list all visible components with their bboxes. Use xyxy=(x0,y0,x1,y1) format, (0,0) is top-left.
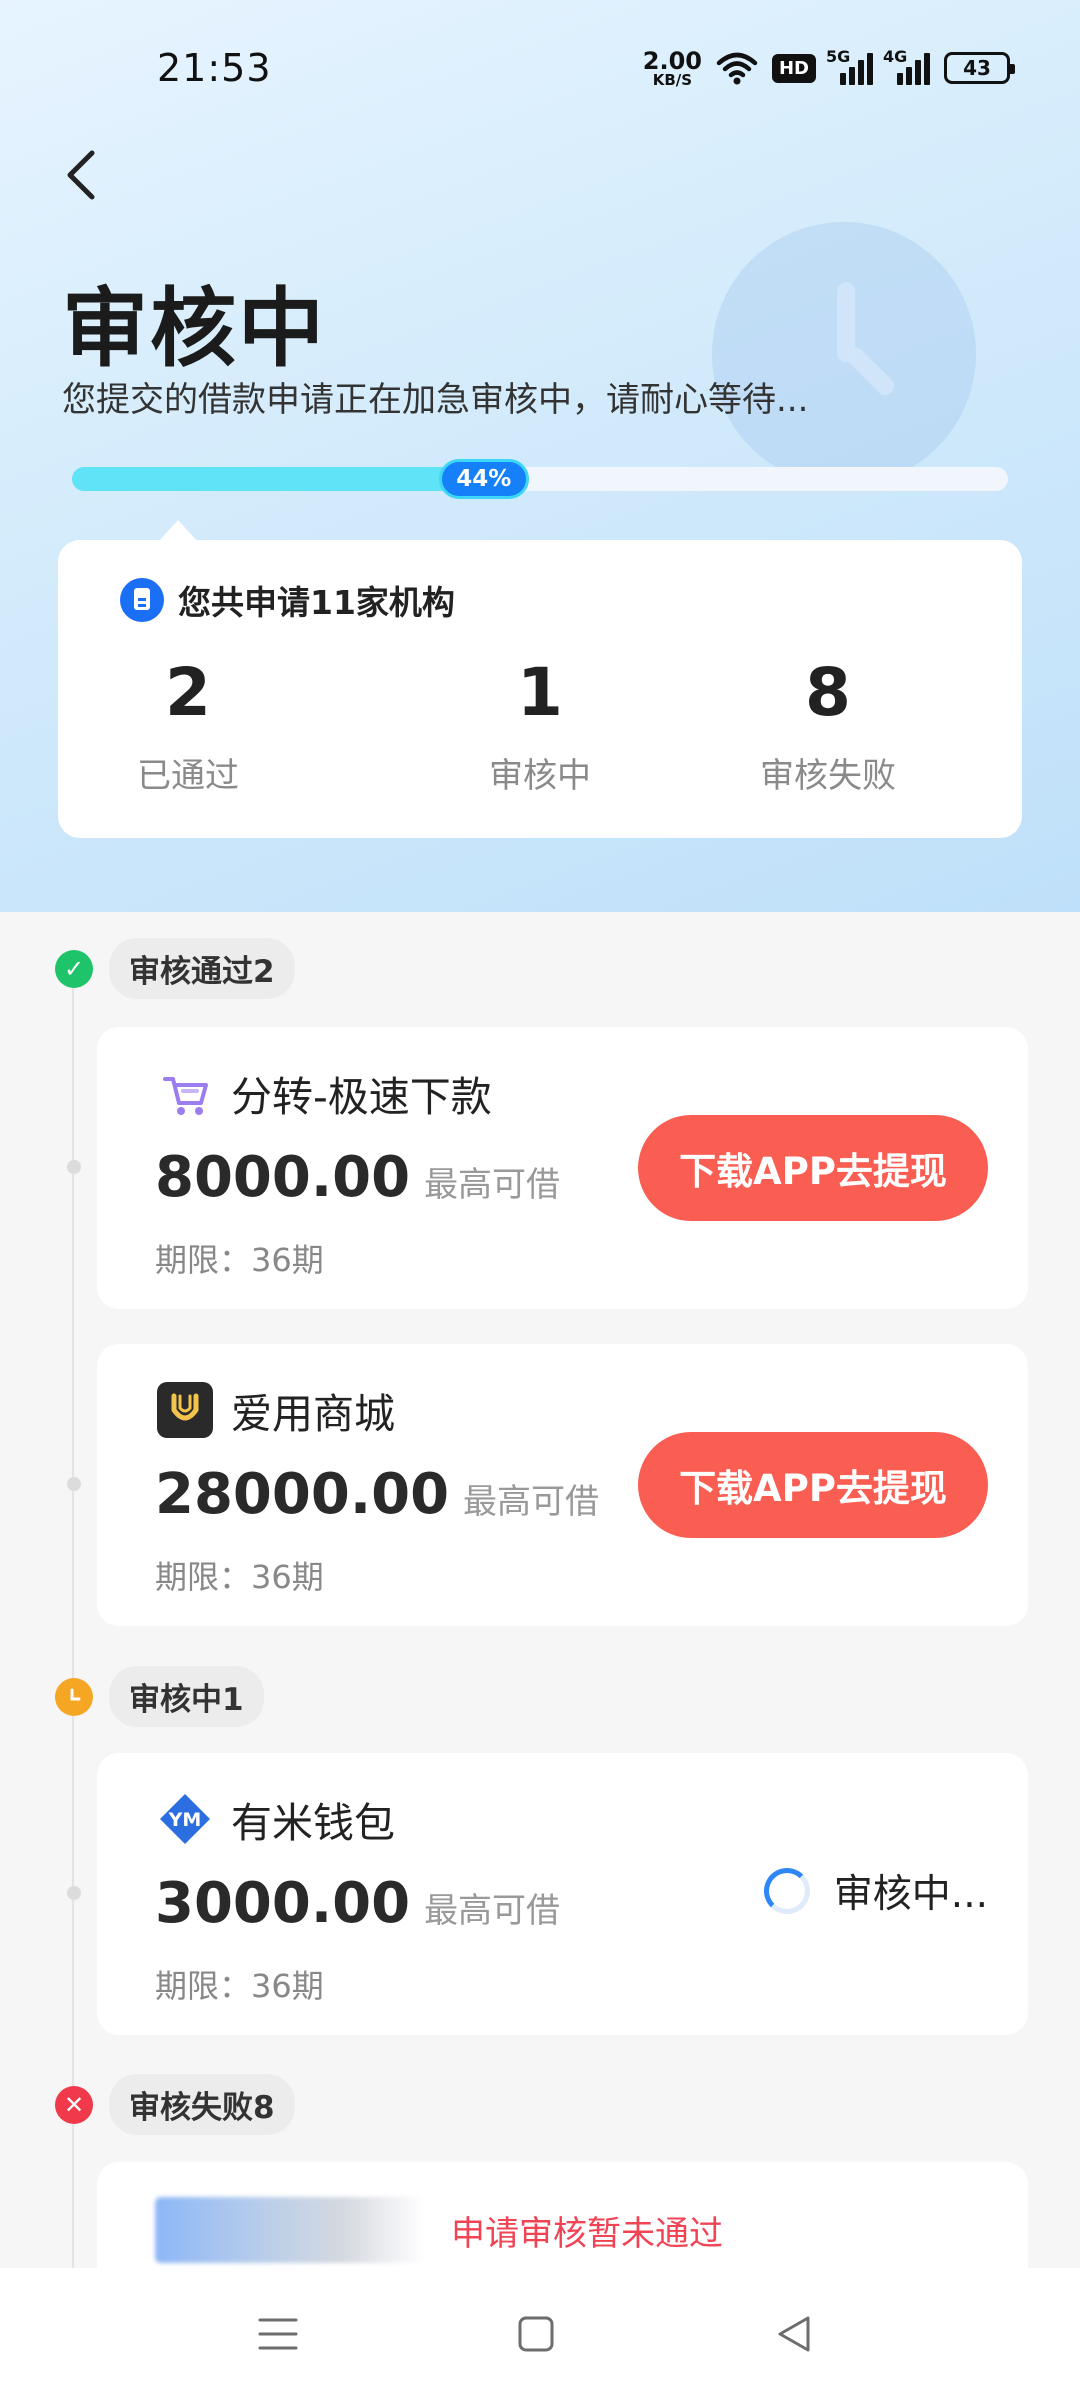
loan-term: 期限：36期 xyxy=(155,1558,324,1596)
timeline-node xyxy=(67,1477,81,1491)
cart-icon xyxy=(157,1065,213,1121)
loan-card[interactable]: 爱用商城 28000.00 最高可借 期限：36期 下载APP去提现 xyxy=(97,1344,1028,1626)
summary-header: 您共申请11家机构 xyxy=(120,576,455,624)
stat-value: 8 xyxy=(805,654,851,731)
status-icons: 2.00 KB/S HD 5G 4G 43 xyxy=(643,46,1015,90)
section-failed-header: ✕ 审核失败8 xyxy=(55,2074,295,2135)
card-header: 爱用商城 xyxy=(157,1380,395,1440)
amount-label: 最高可借 xyxy=(463,1482,600,1522)
square-icon xyxy=(518,2316,554,2352)
timeline-node xyxy=(67,1886,81,1900)
stat-label: 已通过 xyxy=(137,756,239,796)
amount-label: 最高可借 xyxy=(424,1165,561,1205)
net-speed: 2.00 KB/S xyxy=(643,49,702,88)
section-label: 审核中1 xyxy=(109,1666,264,1727)
section-approved-header: ✓ 审核通过2 xyxy=(55,938,295,999)
chevron-left-icon xyxy=(67,150,95,200)
clock-icon xyxy=(55,1677,93,1716)
loan-amount: 8000.00 xyxy=(155,1145,411,1210)
section-reviewing-header: 审核中1 xyxy=(55,1666,264,1727)
clock-decoration-icon xyxy=(712,222,976,486)
loan-amount: 28000.00 xyxy=(155,1462,450,1527)
stat-value: 1 xyxy=(517,654,563,731)
review-status-text: 审核中... xyxy=(833,1872,988,1917)
smile-bag-icon xyxy=(157,1382,213,1438)
amount-row: 3000.00 最高可借 xyxy=(155,1871,560,1936)
signal-5g-icon: 5G xyxy=(826,47,873,85)
svg-text:YM: YM xyxy=(168,1809,202,1831)
stat-reviewing: 1 审核中 xyxy=(410,660,670,797)
download-withdraw-button[interactable]: 下载APP去提现 xyxy=(638,1115,988,1221)
menu-button[interactable] xyxy=(238,2298,318,2370)
amount-row: 28000.00 最高可借 xyxy=(155,1462,599,1527)
back-button[interactable] xyxy=(58,145,108,205)
summary-card: 您共申请11家机构 2 已通过 1 审核中 8 审核失败 xyxy=(58,540,1022,838)
review-status: 审核中... xyxy=(763,1863,988,1919)
section-label: 审核通过2 xyxy=(109,938,295,999)
loan-term: 期限：36期 xyxy=(155,1241,324,1279)
loan-term: 期限：36期 xyxy=(155,1967,324,2005)
hd-badge: HD xyxy=(771,53,816,83)
signal-4g-icon: 4G xyxy=(883,47,930,85)
summary-title: 您共申请11家机构 xyxy=(178,583,455,622)
download-withdraw-button[interactable]: 下载APP去提现 xyxy=(638,1432,988,1538)
card-header: YM 有米钱包 xyxy=(157,1789,395,1849)
menu-icon xyxy=(258,2318,298,2350)
back-nav-button[interactable] xyxy=(754,2298,834,2370)
triangle-back-icon xyxy=(778,2316,810,2352)
loading-spinner-icon xyxy=(763,1868,810,1914)
timeline-node xyxy=(67,1160,81,1174)
amount-row: 8000.00 最高可借 xyxy=(155,1145,560,1210)
check-circle-icon: ✓ xyxy=(55,949,93,988)
close-circle-icon: ✕ xyxy=(55,2085,93,2124)
home-button[interactable] xyxy=(496,2298,576,2370)
section-label: 审核失败8 xyxy=(109,2074,295,2135)
progress-fill xyxy=(72,467,484,491)
page-subtitle: 您提交的借款申请正在加急审核中，请耐心等待... xyxy=(62,380,809,420)
loan-card-failed[interactable]: 申请审核暂未通过 xyxy=(97,2162,1028,2272)
progress-badge: 44% xyxy=(438,459,529,499)
stat-label: 审核中 xyxy=(489,756,591,796)
net-speed-value: 2.00 xyxy=(642,46,702,75)
card-header: 分转-极速下款 xyxy=(157,1063,492,1123)
stat-label: 审核失败 xyxy=(760,756,896,796)
loan-card[interactable]: 分转-极速下款 8000.00 最高可借 期限：36期 下载APP去提现 xyxy=(97,1027,1028,1309)
document-icon xyxy=(120,578,164,622)
page-title: 审核中 xyxy=(62,279,326,379)
amount-label: 最高可借 xyxy=(424,1891,561,1931)
ym-diamond-icon: YM xyxy=(157,1791,213,1847)
stat-value: 2 xyxy=(165,654,211,731)
blurred-logo xyxy=(155,2197,425,2263)
app-name: 爱用商城 xyxy=(231,1390,395,1438)
stat-approved: 2 已通过 xyxy=(58,660,318,797)
loan-card[interactable]: YM 有米钱包 3000.00 最高可借 期限：36期 审核中... xyxy=(97,1753,1028,2035)
status-time: 21:53 xyxy=(157,46,272,90)
app-name: 有米钱包 xyxy=(231,1799,395,1847)
app-name: 分转-极速下款 xyxy=(231,1073,492,1121)
stat-failed: 8 审核失败 xyxy=(698,660,958,797)
progress-bar xyxy=(72,467,1008,491)
status-bar: 21:53 2.00 KB/S HD 5G 4G 43 xyxy=(0,0,1080,140)
wifi-icon xyxy=(716,52,758,85)
system-nav-bar xyxy=(0,2268,1080,2400)
summary-pointer xyxy=(158,520,198,542)
battery-icon: 43 xyxy=(944,52,1015,84)
net-speed-unit: KB/S xyxy=(652,70,693,89)
fail-status-text: 申请审核暂未通过 xyxy=(451,2214,723,2254)
loan-amount: 3000.00 xyxy=(155,1871,411,1936)
